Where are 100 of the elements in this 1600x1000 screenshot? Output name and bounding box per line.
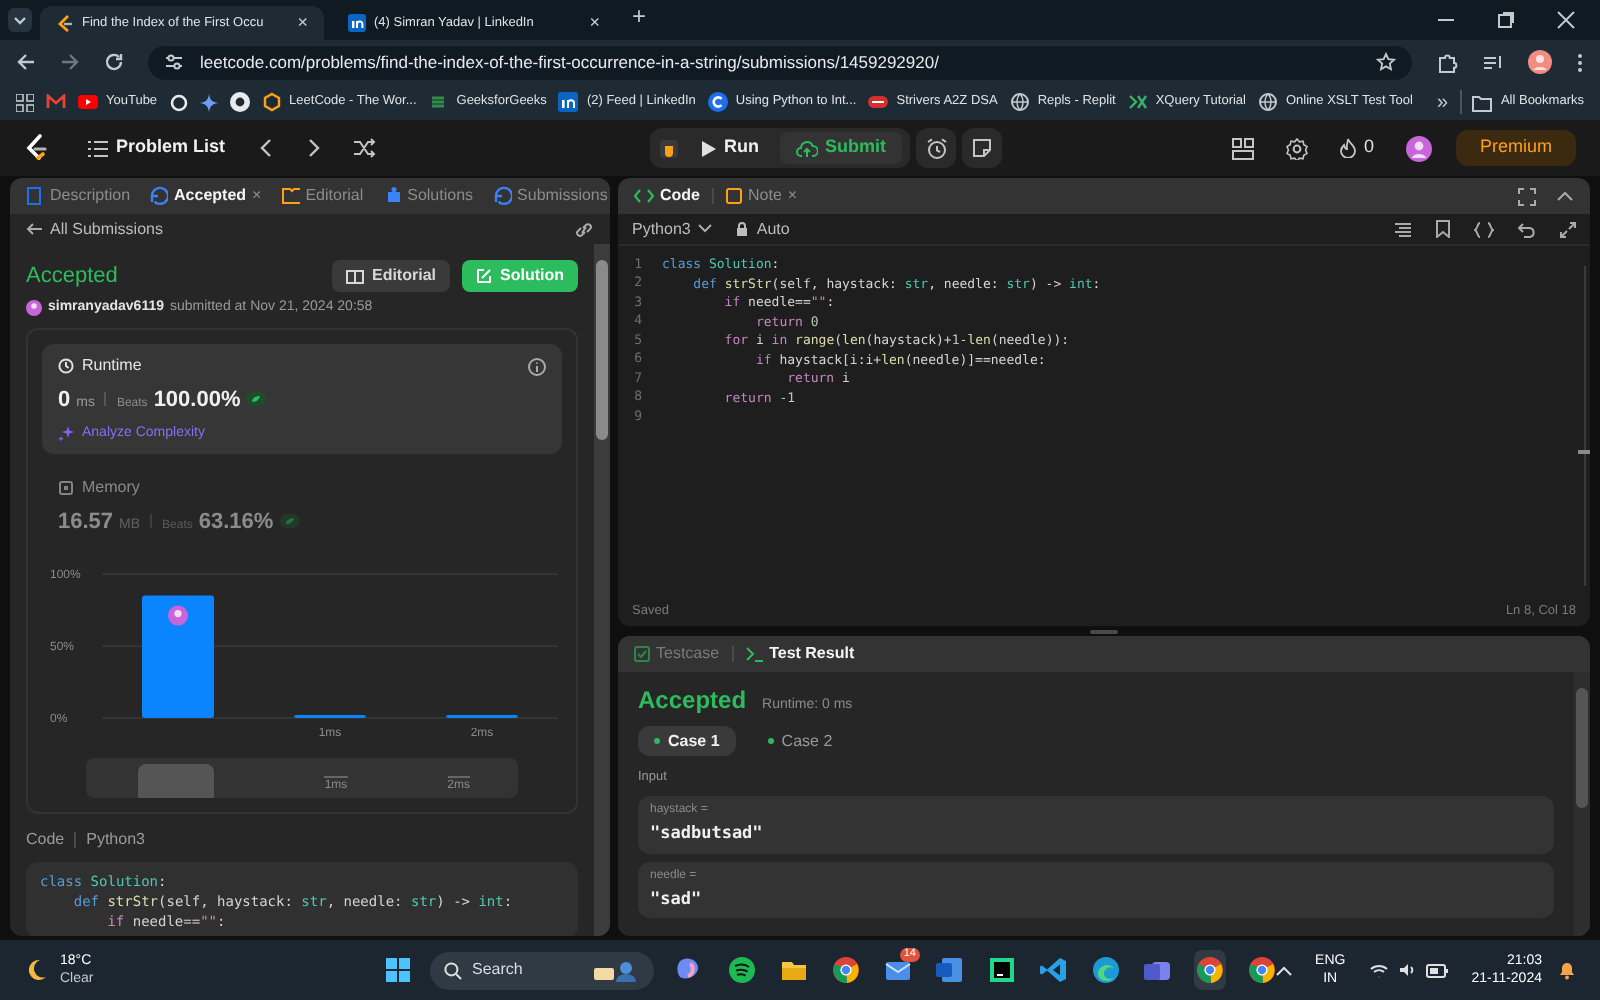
mail-icon[interactable] bbox=[46, 94, 66, 110]
notification-bell-icon[interactable] bbox=[1558, 960, 1576, 980]
back-arrow-icon[interactable] bbox=[16, 52, 36, 72]
address-bar[interactable]: leetcode.com/problems/find-the-index-of-the-first-occurrence-in-a-string/submissions/1459292920/ bbox=[148, 45, 1412, 79]
apps-grid-icon[interactable] bbox=[16, 93, 34, 111]
wifi-icon[interactable] bbox=[1369, 963, 1388, 977]
leetcode-logo-icon[interactable] bbox=[24, 134, 48, 162]
sparkle-icon bbox=[58, 425, 74, 442]
battery-icon[interactable] bbox=[1425, 963, 1448, 977]
fullscreen-icon[interactable] bbox=[1518, 187, 1536, 205]
close-tab-button[interactable]: × bbox=[589, 14, 600, 32]
app-icon[interactable] bbox=[988, 956, 1016, 984]
app-icon[interactable] bbox=[1092, 956, 1120, 984]
editor-tab[interactable]: Code bbox=[634, 184, 700, 208]
app-icon[interactable] bbox=[1248, 956, 1276, 984]
sparkle-icon[interactable] bbox=[199, 93, 218, 111]
app-icon[interactable] bbox=[780, 956, 808, 984]
panel-tab[interactable]: Solutions bbox=[383, 184, 474, 208]
checkbox-icon bbox=[634, 646, 650, 662]
link-icon[interactable] bbox=[574, 221, 594, 237]
status-dot-icon bbox=[654, 738, 660, 744]
panel-tab[interactable]: Accepted × bbox=[150, 184, 262, 208]
terminal-icon bbox=[745, 646, 764, 662]
language-selector[interactable]: Python3 bbox=[632, 217, 713, 241]
panel-tab[interactable]: Submissions bbox=[493, 184, 608, 208]
tab-icon bbox=[383, 186, 402, 206]
settings-icon[interactable] bbox=[1285, 137, 1308, 159]
speaker-icon[interactable] bbox=[1397, 962, 1416, 978]
tab-icon bbox=[150, 186, 169, 206]
case-tab[interactable]: Case 2 bbox=[751, 726, 849, 756]
chevron-up-icon[interactable] bbox=[1275, 965, 1292, 975]
note-icon bbox=[726, 188, 742, 204]
streak-counter[interactable]: 0 bbox=[1339, 134, 1374, 162]
undo-icon[interactable] bbox=[1518, 221, 1536, 237]
leaf-badge-icon bbox=[279, 514, 300, 528]
star-icon[interactable] bbox=[1376, 52, 1396, 72]
bookmark-favicon-icon bbox=[1127, 92, 1148, 112]
shuffle-icon[interactable] bbox=[353, 138, 376, 158]
media-control-icon[interactable] bbox=[1482, 51, 1504, 73]
extensions-icon[interactable] bbox=[1436, 51, 1458, 73]
editorial-button[interactable]: Editorial bbox=[331, 260, 450, 292]
profile-avatar-icon[interactable] bbox=[1528, 50, 1552, 74]
bookmark-favicon-icon bbox=[78, 92, 98, 112]
start-icon[interactable] bbox=[386, 958, 410, 982]
beats-percentage: 63.16% bbox=[198, 508, 274, 538]
user-avatar-icon[interactable] bbox=[1405, 135, 1432, 161]
forward-arrow-icon[interactable] bbox=[60, 52, 80, 72]
more-bookmarks-button[interactable]: » bbox=[1436, 87, 1449, 117]
braces-icon[interactable] bbox=[1474, 221, 1494, 237]
scrollbar-thumb[interactable] bbox=[596, 260, 608, 440]
resize-handle[interactable] bbox=[1090, 629, 1118, 633]
site-settings-icon bbox=[164, 52, 184, 72]
taskbar-search-field[interactable]: Search bbox=[430, 951, 654, 989]
app-icon[interactable] bbox=[676, 956, 704, 984]
all-submissions-link[interactable]: All Submissions bbox=[26, 217, 163, 241]
info-icon[interactable] bbox=[528, 357, 546, 375]
premium-button[interactable]: Premium bbox=[1455, 130, 1576, 166]
reload-icon[interactable] bbox=[104, 52, 124, 72]
submit-button[interactable]: Submit bbox=[779, 132, 902, 164]
panel-tab[interactable]: Test Result bbox=[745, 642, 855, 666]
run-button[interactable]: Run bbox=[684, 132, 775, 164]
panel-tab[interactable]: Description bbox=[26, 184, 131, 208]
tab-icon bbox=[26, 186, 44, 206]
layout-icon[interactable] bbox=[1231, 137, 1254, 159]
format-icon[interactable] bbox=[1394, 221, 1412, 237]
metric-title: Memory bbox=[82, 476, 140, 500]
bookmark-favicon-icon bbox=[428, 92, 449, 112]
auto-mode-toggle[interactable]: Auto bbox=[736, 217, 790, 241]
bookmark-icon[interactable] bbox=[1436, 220, 1450, 238]
scrollbar[interactable] bbox=[594, 244, 610, 936]
user-marker-icon bbox=[168, 604, 188, 625]
app-icon[interactable] bbox=[1196, 956, 1224, 984]
folder-icon bbox=[1472, 93, 1493, 111]
tab-list-icon[interactable] bbox=[8, 8, 32, 32]
bookmark-favicon-icon bbox=[1009, 92, 1030, 112]
collapse-icon[interactable] bbox=[1556, 187, 1574, 205]
app-icon[interactable] bbox=[728, 956, 756, 984]
metric-value: 16.57 bbox=[58, 508, 114, 538]
more-options-icon[interactable] bbox=[1576, 51, 1584, 73]
new-tab-button[interactable]: + bbox=[624, 0, 655, 34]
timer-button[interactable] bbox=[916, 128, 956, 168]
editor-tab[interactable]: Note × bbox=[726, 184, 798, 208]
app-icon[interactable] bbox=[884, 956, 912, 984]
range-selector-handle[interactable] bbox=[138, 763, 214, 797]
expand-icon[interactable] bbox=[1560, 221, 1576, 237]
app-icon[interactable] bbox=[832, 956, 860, 984]
next-icon[interactable] bbox=[305, 138, 322, 158]
notes-button[interactable] bbox=[962, 128, 1002, 168]
restore-icon[interactable] bbox=[1496, 10, 1516, 30]
back-arrow-icon bbox=[26, 222, 42, 236]
problem-list-button[interactable]: Problem List bbox=[88, 134, 226, 162]
chevron-down-icon bbox=[698, 224, 713, 234]
scrollbar-thumb[interactable] bbox=[1576, 688, 1588, 808]
previous-icon[interactable] bbox=[257, 138, 274, 158]
panel-tab[interactable]: Editorial bbox=[281, 184, 364, 208]
close-tab-button[interactable]: × bbox=[297, 14, 308, 32]
close-icon[interactable] bbox=[1556, 10, 1576, 30]
scrollbar[interactable] bbox=[1574, 672, 1590, 936]
bookmark-favicon-icon bbox=[707, 92, 728, 112]
case-tab[interactable]: Case 1 bbox=[638, 726, 736, 756]
